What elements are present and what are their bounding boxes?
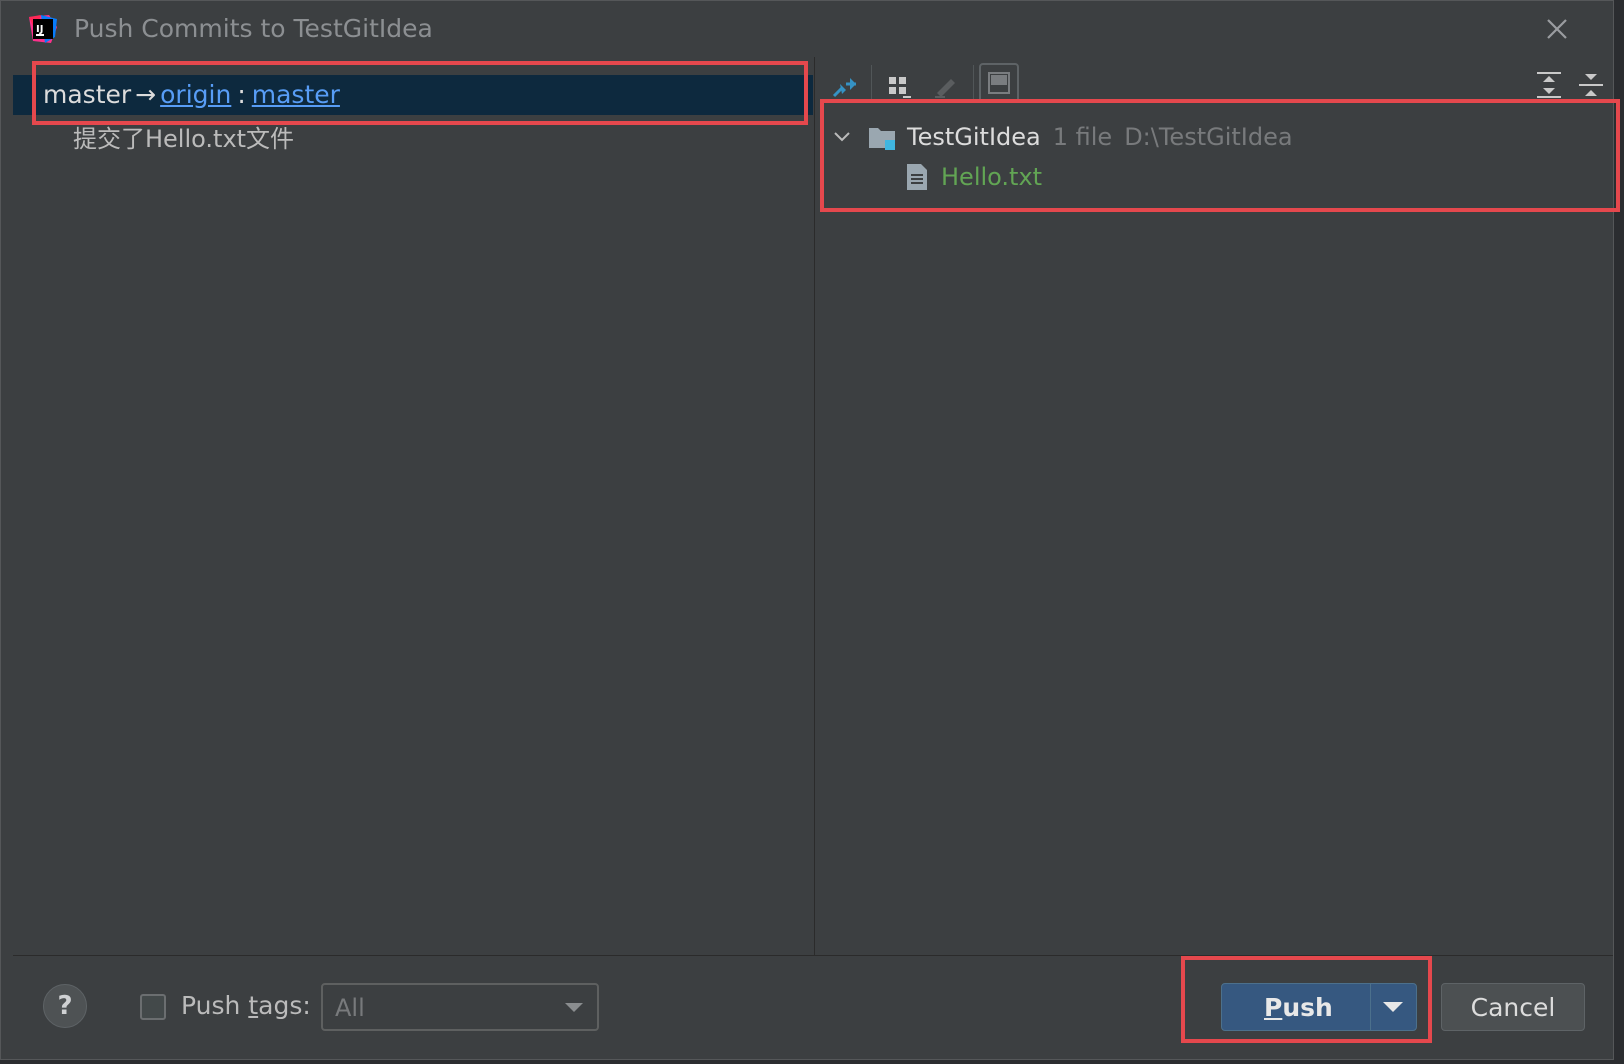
pin-diff-icon[interactable]: [829, 69, 861, 101]
push-button[interactable]: Push: [1221, 983, 1417, 1031]
branch-row[interactable]: master → origin: master: [13, 75, 813, 115]
push-tags-select[interactable]: All: [321, 983, 599, 1031]
push-commits-dialog: IJ Push Commits to TestGitIdea master → or…: [0, 0, 1614, 1060]
dialog-title: Push Commits to TestGitIdea: [74, 14, 433, 43]
chevron-down-icon[interactable]: [831, 126, 853, 148]
repo-node[interactable]: TestGitIdea 1 file D:\TestGitIdea: [831, 119, 1293, 155]
group-by-icon[interactable]: [883, 69, 915, 101]
toolbar-separator: [871, 65, 872, 101]
expand-all-icon[interactable]: [1533, 69, 1565, 101]
remote-branch-link[interactable]: master: [252, 80, 340, 109]
text-file-icon: [907, 164, 927, 190]
file-name: Hello.txt: [941, 163, 1043, 191]
preview-icon[interactable]: [979, 63, 1019, 103]
intellij-idea-icon: IJ: [29, 15, 57, 43]
close-icon[interactable]: [1543, 15, 1571, 43]
repo-file-count: 1 file: [1052, 123, 1113, 151]
svg-text:IJ: IJ: [36, 24, 43, 35]
commit-item[interactable]: 提交了Hello.txt文件: [73, 119, 294, 154]
toolbar-separator: [973, 65, 974, 101]
push-label-rest: ush: [1282, 993, 1333, 1022]
folder-icon: [869, 128, 895, 150]
file-node[interactable]: Hello.txt: [905, 159, 1042, 195]
changes-pane: TestGitIdea 1 file D:\TestGitIdea Hello.…: [815, 57, 1613, 955]
push-button-label: Push: [1264, 993, 1333, 1022]
push-tags-label-pre: Push: [181, 991, 249, 1020]
push-tags-mnemonic: t: [248, 991, 259, 1020]
remote-link[interactable]: origin: [160, 80, 231, 109]
cancel-button[interactable]: Cancel: [1441, 983, 1585, 1031]
collapse-all-icon[interactable]: [1575, 69, 1607, 101]
footer-separator: [13, 955, 1613, 956]
branch-colon: :: [237, 80, 246, 109]
push-mnemonic: P: [1264, 993, 1283, 1022]
repo-path: D:\TestGitIdea: [1124, 123, 1293, 151]
help-button[interactable]: ?: [43, 984, 87, 1028]
chevron-down-icon: [1383, 1002, 1403, 1012]
push-tags-checkbox[interactable]: [140, 994, 166, 1020]
local-branch: master: [43, 80, 132, 109]
title-bar: IJ Push Commits to TestGitIdea: [1, 1, 1613, 57]
push-dropdown-button[interactable]: [1370, 984, 1416, 1030]
chevron-down-icon: [565, 1003, 583, 1012]
push-tags-label-post: ags:: [258, 991, 311, 1020]
repo-name: TestGitIdea: [907, 123, 1041, 151]
commits-pane: master → origin: master 提交了Hello.txt文件: [13, 57, 813, 955]
push-tags-select-value: All: [335, 994, 365, 1022]
push-tags-label[interactable]: Push tags:: [181, 991, 311, 1020]
push-arrow: →: [135, 80, 157, 109]
edit-icon[interactable]: [929, 69, 961, 101]
